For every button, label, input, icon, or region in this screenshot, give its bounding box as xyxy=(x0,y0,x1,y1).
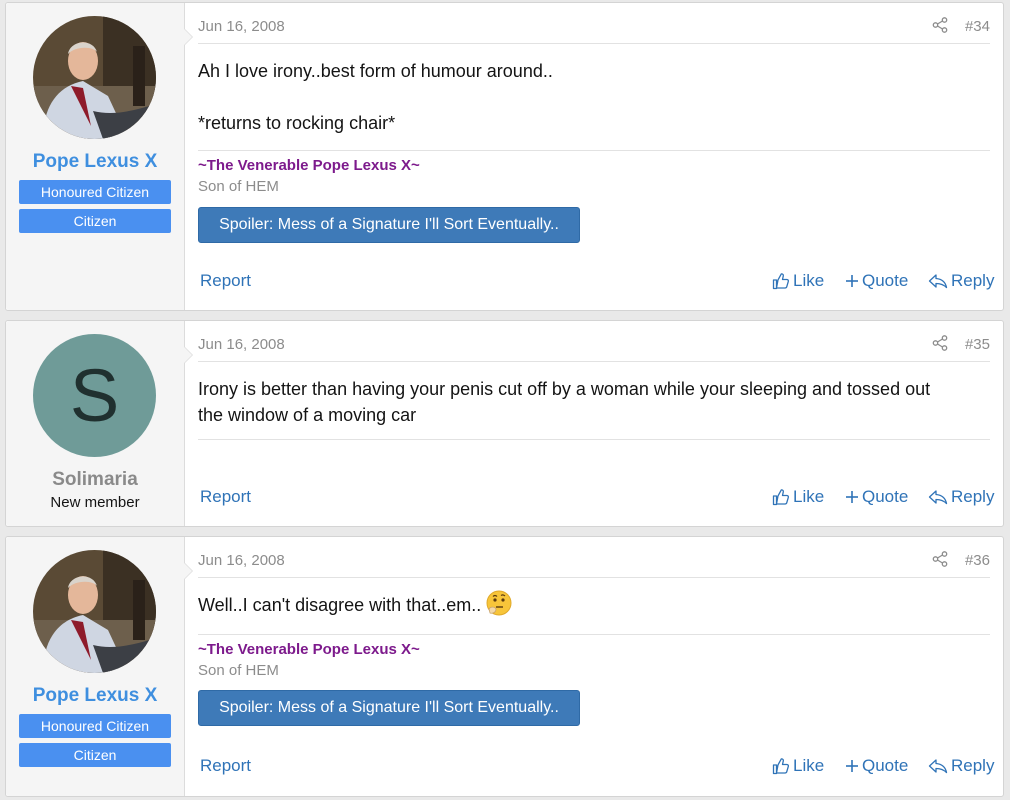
spoiler-button[interactable]: Spoiler: Mess of a Signature I'll Sort E… xyxy=(198,690,580,726)
quote-button[interactable]: Quote xyxy=(845,487,908,507)
quote-button[interactable]: Quote xyxy=(845,756,908,776)
post: Pope Lexus X Honoured Citizen Citizen Ju… xyxy=(5,536,1004,797)
post-attribution: Jun 16, 2008 #36 xyxy=(198,537,990,578)
like-button[interactable]: Like xyxy=(772,271,824,291)
like-label: Like xyxy=(793,271,825,290)
post-main: Jun 16, 2008 #36 Well..I can't disagree … xyxy=(198,537,994,796)
post: S Solimaria New member Jun 16, 2008 #35 … xyxy=(5,320,1004,527)
reply-icon xyxy=(928,489,948,505)
post-body-line: Irony is better than having your penis c… xyxy=(198,379,931,399)
share-icon[interactable] xyxy=(932,335,948,351)
username[interactable]: Solimaria xyxy=(6,469,184,491)
user-banner: Citizen xyxy=(19,209,171,233)
user-cell: Pope Lexus X Honoured Citizen Citizen xyxy=(6,3,193,310)
reply-label: Reply xyxy=(951,271,995,290)
post: Pope Lexus X Honoured Citizen Citizen Ju… xyxy=(5,2,1004,311)
post-main: Jun 16, 2008 #35 Irony is better than ha… xyxy=(198,321,994,526)
signature-name: ~The Venerable Pope Lexus X~ xyxy=(198,157,420,174)
signature-subtitle: Son of HEM xyxy=(198,178,279,195)
reply-icon xyxy=(928,758,948,774)
user-banner: Honoured Citizen xyxy=(19,180,171,204)
reply-button[interactable]: Reply xyxy=(928,756,994,776)
quote-label: Quote xyxy=(862,756,909,775)
quote-label: Quote xyxy=(862,271,909,290)
share-icon[interactable] xyxy=(932,17,948,33)
like-button[interactable]: Like xyxy=(772,756,824,776)
username[interactable]: Pope Lexus X xyxy=(6,685,184,707)
post-date[interactable]: Jun 16, 2008 xyxy=(198,552,285,569)
signature-divider xyxy=(198,150,990,151)
post-date[interactable]: Jun 16, 2008 xyxy=(198,336,285,353)
user-banner: Honoured Citizen xyxy=(19,714,171,738)
like-label: Like xyxy=(793,487,825,506)
post-body-line: the window of a moving car xyxy=(198,405,417,425)
post-number[interactable]: #36 xyxy=(965,552,990,569)
post-body-line: *returns to rocking chair* xyxy=(198,113,396,133)
thumbs-up-icon xyxy=(772,757,790,775)
reply-icon xyxy=(928,273,948,289)
user-title: New member xyxy=(50,494,140,511)
post-body: Well..I can't disagree with that..em.. xyxy=(198,592,990,619)
plus-icon xyxy=(845,490,859,504)
share-icon[interactable] xyxy=(932,551,948,567)
reply-button[interactable]: Reply xyxy=(928,487,994,507)
username[interactable]: Pope Lexus X xyxy=(6,151,184,173)
post-actions: Report Like Quote Reply xyxy=(198,271,994,293)
thumbs-up-icon xyxy=(772,488,790,506)
avatar[interactable] xyxy=(33,16,156,139)
post-body: Ah I love irony..best form of humour aro… xyxy=(198,58,990,136)
post-actions: Report Like Quote Reply xyxy=(198,756,994,778)
post-number[interactable]: #35 xyxy=(965,336,990,353)
report-link[interactable]: Report xyxy=(200,271,251,291)
post-date[interactable]: Jun 16, 2008 xyxy=(198,18,285,35)
user-cell: S Solimaria New member xyxy=(6,321,193,526)
signature-divider xyxy=(198,634,990,635)
post-divider xyxy=(198,439,990,440)
user-banner: Citizen xyxy=(19,743,171,767)
report-link[interactable]: Report xyxy=(200,487,251,507)
avatar[interactable]: S xyxy=(33,334,156,457)
post-actions: Report Like Quote Reply xyxy=(198,487,994,509)
post-body-text: Well..I can't disagree with that..em.. xyxy=(198,595,482,615)
plus-icon xyxy=(845,759,859,773)
signature-subtitle: Son of HEM xyxy=(198,662,279,679)
signature-name: ~The Venerable Pope Lexus X~ xyxy=(198,641,420,658)
thumbs-up-icon xyxy=(772,272,790,290)
like-button[interactable]: Like xyxy=(772,487,824,507)
quote-label: Quote xyxy=(862,487,909,506)
reply-button[interactable]: Reply xyxy=(928,271,994,291)
post-body-line: Ah I love irony..best form of humour aro… xyxy=(198,61,553,81)
plus-icon xyxy=(845,274,859,288)
thinking-face-icon xyxy=(486,590,512,616)
post-main: Jun 16, 2008 #34 Ah I love irony..best f… xyxy=(198,3,994,310)
post-body-line: Well..I can't disagree with that..em.. xyxy=(198,592,990,619)
post-body: Irony is better than having your penis c… xyxy=(198,376,990,428)
user-cell: Pope Lexus X Honoured Citizen Citizen xyxy=(6,537,193,796)
avatar[interactable] xyxy=(33,550,156,673)
reply-label: Reply xyxy=(951,756,995,775)
post-attribution: Jun 16, 2008 #34 xyxy=(198,3,990,44)
post-number[interactable]: #34 xyxy=(965,18,990,35)
post-attribution: Jun 16, 2008 #35 xyxy=(198,321,990,362)
like-label: Like xyxy=(793,756,825,775)
quote-button[interactable]: Quote xyxy=(845,271,908,291)
reply-label: Reply xyxy=(951,487,995,506)
spoiler-button[interactable]: Spoiler: Mess of a Signature I'll Sort E… xyxy=(198,207,580,243)
report-link[interactable]: Report xyxy=(200,756,251,776)
